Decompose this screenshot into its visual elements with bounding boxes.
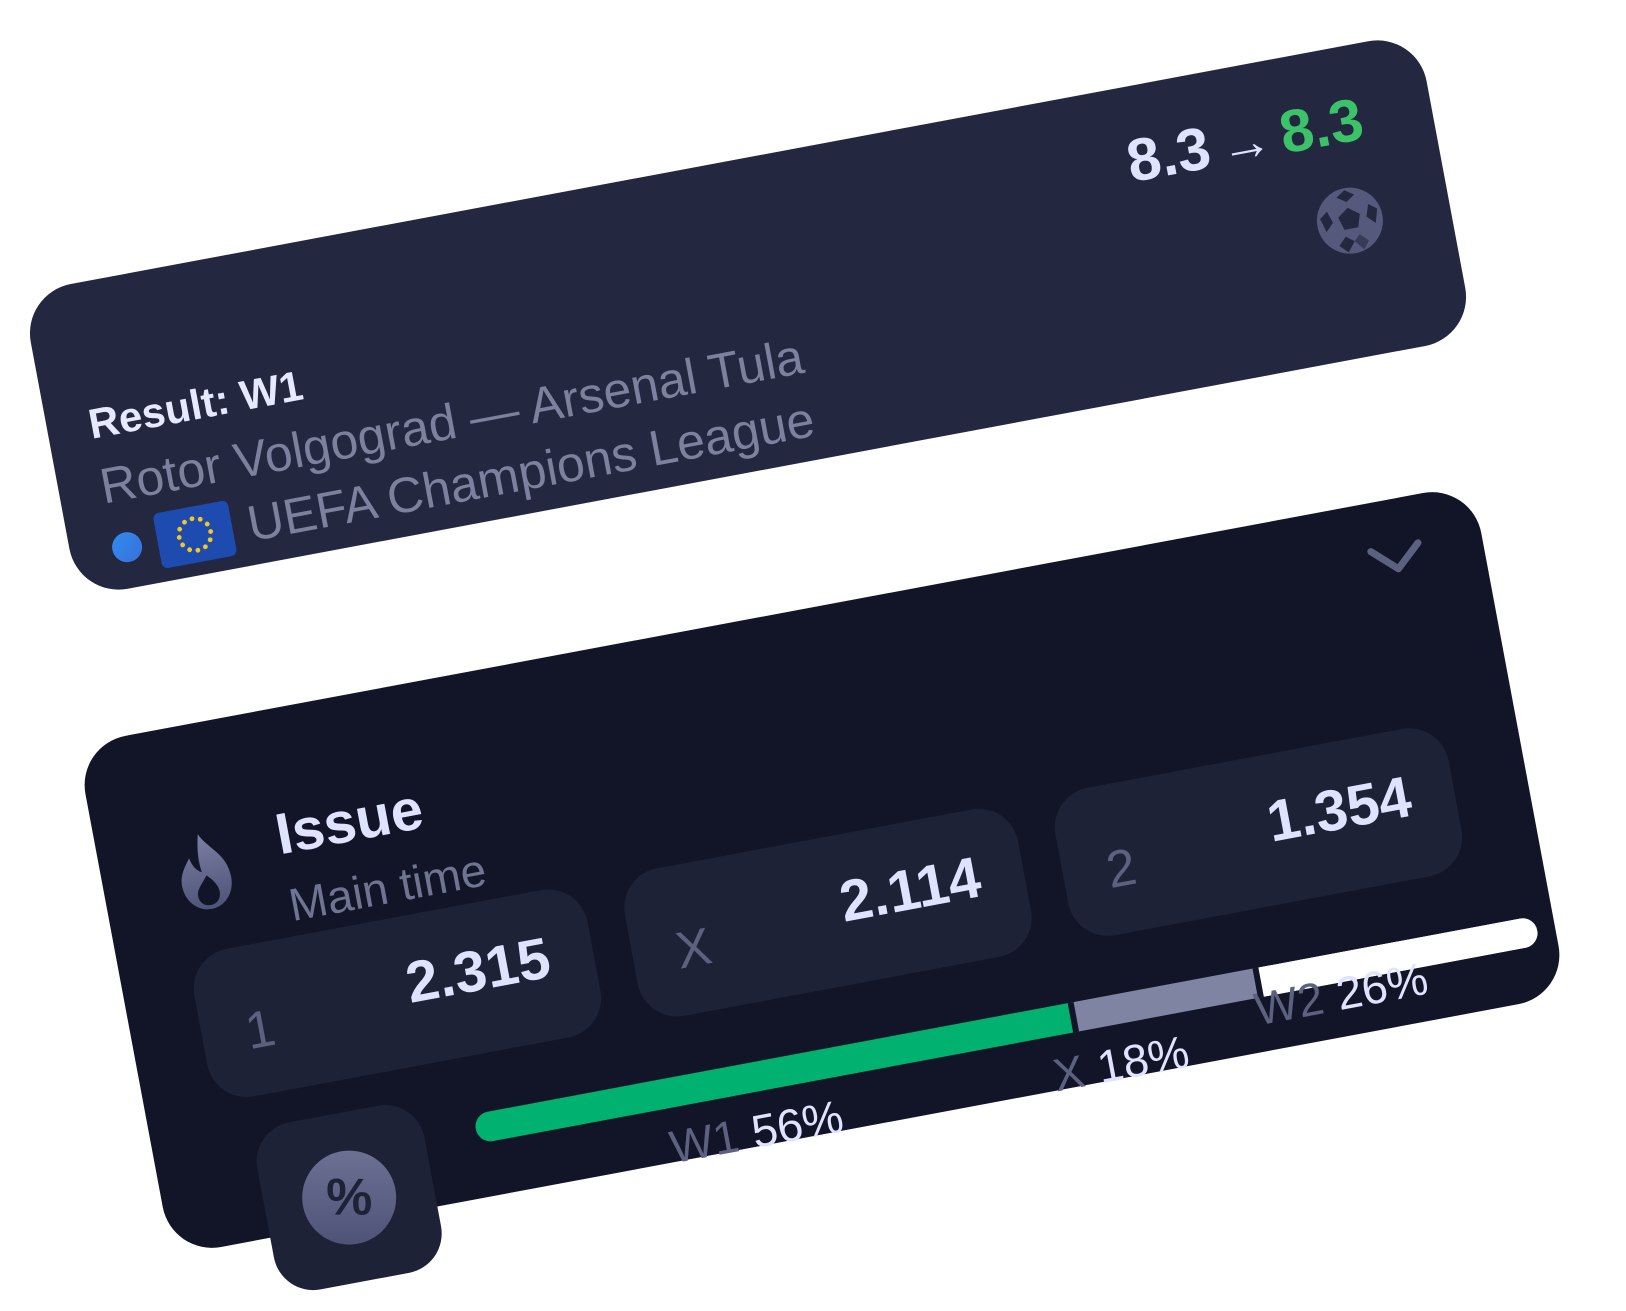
outcome-market-card: Issue Main time 1 2.315 X 2.114 2 1.354 … bbox=[76, 483, 1568, 1297]
distribution-label-x: X18% bbox=[1049, 1024, 1193, 1102]
outcome-label: X bbox=[671, 917, 717, 981]
live-dot-icon bbox=[109, 529, 145, 565]
outcome-label: 2 bbox=[1101, 837, 1141, 901]
outcome-odd: 2.114 bbox=[834, 844, 986, 935]
outcome-odd: 2.315 bbox=[400, 925, 556, 1016]
odds-new: 8.3 bbox=[1274, 85, 1369, 167]
distribution-key: W1 bbox=[665, 1109, 744, 1174]
distribution-key: W2 bbox=[1250, 971, 1328, 1036]
outcome-label: 1 bbox=[240, 998, 280, 1062]
arrow-right-icon: → bbox=[1214, 110, 1277, 177]
chevron-down-icon[interactable] bbox=[1363, 532, 1429, 582]
percent-stats-button[interactable]: % bbox=[250, 1098, 449, 1297]
soccer-ball-icon bbox=[1316, 187, 1383, 254]
fire-icon bbox=[181, 834, 232, 910]
outcome-button-1[interactable]: 1 2.315 bbox=[187, 882, 608, 1104]
distribution-key: X bbox=[1049, 1044, 1089, 1102]
outcome-button-x[interactable]: X 2.114 bbox=[617, 802, 1039, 1024]
outcome-button-2[interactable]: 2 1.354 bbox=[1048, 721, 1469, 943]
percent-icon: % bbox=[302, 1150, 397, 1245]
distribution-value: 56% bbox=[747, 1089, 848, 1158]
stage: 8.3→8.3 Result: W1 Rotor Volgograd — Ars… bbox=[0, 0, 1626, 1311]
eu-flag-icon bbox=[152, 499, 238, 569]
outcome-odd: 1.354 bbox=[1261, 764, 1417, 855]
odds-change: 8.3→8.3 bbox=[1121, 84, 1368, 196]
odds-old: 8.3 bbox=[1121, 113, 1216, 196]
distribution-value: 18% bbox=[1092, 1025, 1194, 1094]
bet-result-card[interactable]: 8.3→8.3 Result: W1 Rotor Volgograd — Ars… bbox=[21, 32, 1475, 598]
market-title: Issue bbox=[270, 776, 429, 868]
distribution-segment-x bbox=[1067, 967, 1265, 1033]
